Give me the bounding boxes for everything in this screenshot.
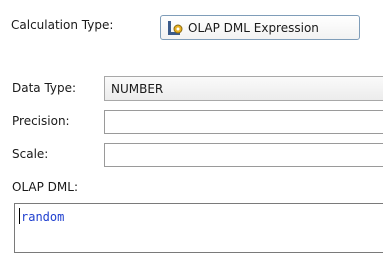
text-caret bbox=[19, 208, 20, 224]
precision-input[interactable] bbox=[104, 110, 383, 134]
calculation-type-label: Calculation Type: bbox=[11, 18, 114, 32]
olap-dml-code: random bbox=[21, 210, 65, 224]
olap-dml-editor[interactable]: random bbox=[14, 203, 383, 253]
scale-label: Scale: bbox=[12, 147, 49, 161]
calculation-properties-panel: Calculation Type: OLAP DML Expression Da… bbox=[0, 0, 383, 253]
precision-label: Precision: bbox=[12, 114, 70, 128]
data-type-field[interactable]: NUMBER bbox=[104, 76, 383, 101]
data-type-label: Data Type: bbox=[12, 81, 77, 95]
olap-dml-label: OLAP DML: bbox=[12, 180, 78, 194]
scale-input[interactable] bbox=[104, 143, 383, 167]
olap-dml-expression-icon bbox=[168, 20, 183, 35]
data-type-value: NUMBER bbox=[111, 82, 164, 96]
calculation-type-value: OLAP DML Expression bbox=[188, 20, 319, 35]
calculation-type-dropdown[interactable]: OLAP DML Expression bbox=[160, 15, 360, 40]
